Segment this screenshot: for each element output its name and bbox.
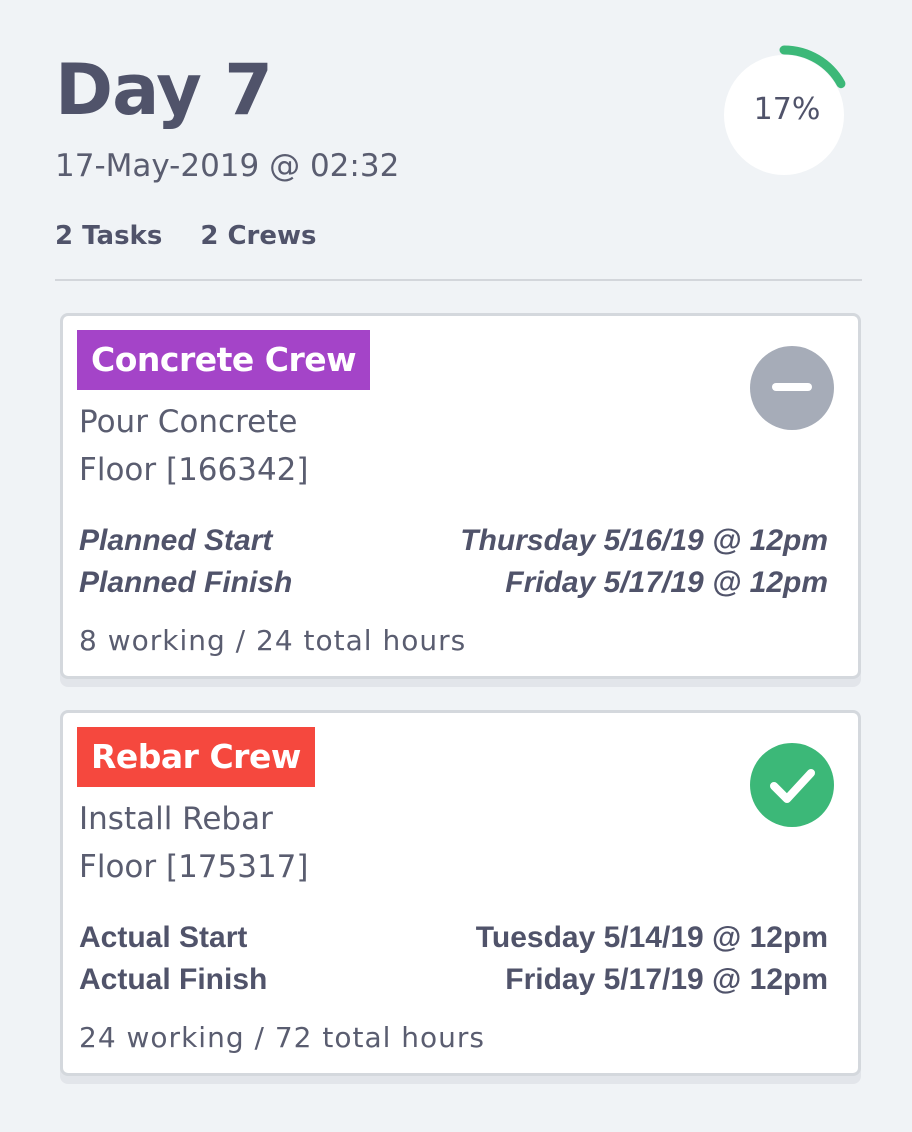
crew-badge: Concrete Crew [77, 330, 371, 390]
finish-label: Planned Finish [79, 566, 293, 599]
finish-value: Friday 5/17/19 @ 12pm [505, 963, 828, 996]
tasks-count[interactable]: 2 Tasks [55, 220, 162, 252]
task-location: Floor [175317] [79, 849, 309, 885]
check-circle-icon[interactable] [750, 743, 834, 827]
task-name: Install Rebar [79, 801, 273, 837]
crews-count[interactable]: 2 Crews [200, 220, 316, 252]
summary-counts: 2 Tasks 2 Crews [55, 220, 317, 252]
task-location: Floor [166342] [79, 452, 309, 488]
finish-value: Friday 5/17/19 @ 12pm [505, 566, 828, 599]
progress-percent: 17% [753, 91, 821, 127]
start-value: Tuesday 5/14/19 @ 12pm [475, 921, 828, 954]
header-divider [55, 279, 862, 281]
start-label: Actual Start [79, 921, 248, 954]
start-row: Planned Start Thursday 5/16/19 @ 12pm [79, 522, 828, 560]
finish-row: Planned Finish Friday 5/17/19 @ 12pm [79, 564, 828, 602]
start-label: Planned Start [79, 524, 273, 557]
page-title: Day 7 [55, 49, 273, 131]
task-card[interactable]: Rebar Crew Install Rebar Floor [175317] … [60, 710, 861, 1076]
minus-circle-icon[interactable] [750, 346, 834, 430]
finish-row: Actual Finish Friday 5/17/19 @ 12pm [79, 961, 828, 999]
task-hours: 8 working / 24 total hours [79, 624, 467, 657]
finish-label: Actual Finish [79, 963, 268, 996]
day-datetime: 17-May-2019 @ 02:32 [55, 148, 400, 184]
start-row: Actual Start Tuesday 5/14/19 @ 12pm [79, 919, 828, 957]
task-name: Pour Concrete [79, 404, 298, 440]
crew-badge: Rebar Crew [77, 727, 315, 787]
task-card[interactable]: Concrete Crew Pour Concrete Floor [16634… [60, 313, 861, 679]
start-value: Thursday 5/16/19 @ 12pm [460, 524, 828, 557]
task-hours: 24 working / 72 total hours [79, 1021, 485, 1054]
